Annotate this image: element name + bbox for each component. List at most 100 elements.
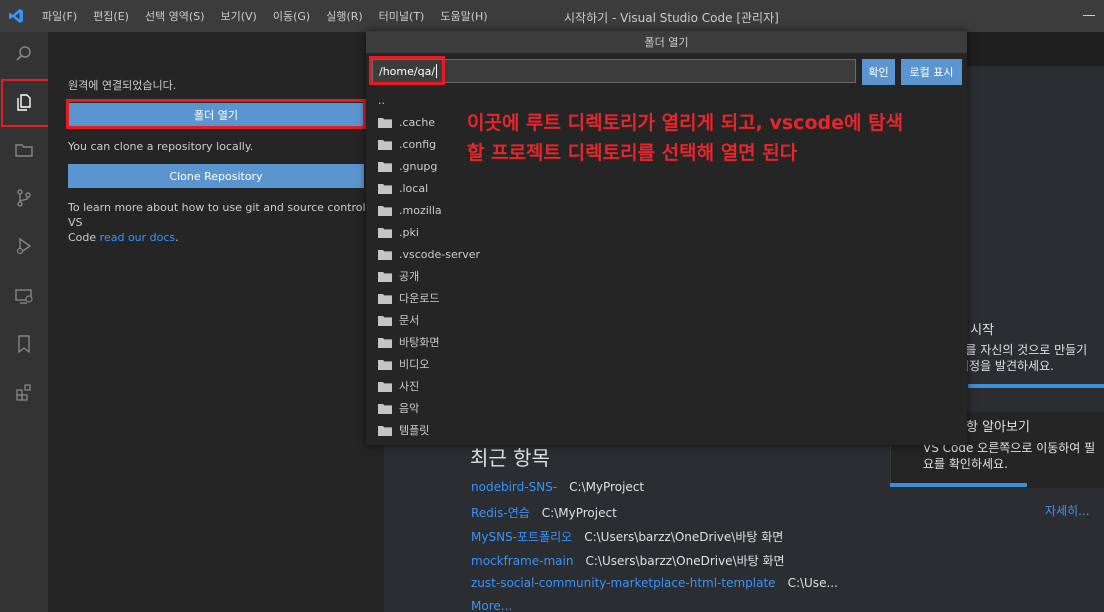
folder-icon[interactable] bbox=[12, 138, 36, 162]
list-item[interactable]: .pki bbox=[378, 221, 419, 243]
menu-bar: 파일(F) 편집(E) 선택 영역(S) 보기(V) 이동(G) 실행(R) 터… bbox=[34, 0, 496, 32]
list-item-label: .local bbox=[399, 181, 429, 195]
list-item-label: 다운로드 bbox=[399, 292, 440, 305]
menu-view[interactable]: 보기(V) bbox=[212, 8, 264, 24]
recent-item-path: C:\MyProject bbox=[569, 480, 645, 494]
remote-connected-text: 원격에 연결되었습니다. bbox=[68, 79, 177, 92]
recent-more-link[interactable]: More... bbox=[471, 599, 512, 612]
learn-more-end: . bbox=[175, 231, 179, 244]
folder-icon bbox=[378, 337, 392, 348]
search-icon[interactable] bbox=[12, 42, 36, 66]
run-debug-icon[interactable] bbox=[12, 234, 36, 258]
walkthrough-start-progress bbox=[968, 384, 1104, 388]
list-item-label: 사진 bbox=[399, 380, 420, 393]
list-item-label: .cache bbox=[399, 115, 436, 129]
list-item-label: 문서 bbox=[399, 314, 420, 327]
open-folder-dialog: 폴더 열기 /home/qa/ 확인 로컬 표시 .. .cache .conf… bbox=[366, 31, 967, 445]
list-item[interactable]: .gnupg bbox=[378, 155, 437, 177]
list-item-label: .mozilla bbox=[399, 203, 442, 217]
recent-item-name[interactable]: mockframe-main bbox=[471, 554, 573, 568]
list-item-label: .config bbox=[399, 137, 437, 151]
recent-item-path: C:\Use... bbox=[787, 576, 838, 590]
bookmark-icon[interactable] bbox=[12, 332, 36, 356]
recent-item-path: C:\Users\barzz\OneDrive\바탕 화면 bbox=[585, 554, 785, 568]
list-item[interactable]: 템플릿 bbox=[378, 419, 429, 441]
minimize-icon[interactable] bbox=[1083, 15, 1095, 16]
list-item[interactable]: 공개 bbox=[378, 265, 419, 287]
menu-help[interactable]: 도움말(H) bbox=[432, 8, 495, 24]
dialog-title: 폴더 열기 bbox=[366, 31, 967, 53]
recent-item-path: C:\MyProject bbox=[541, 506, 617, 520]
recent-item[interactable]: mockframe-main C:\Users\barzz\OneDrive\바탕… bbox=[471, 552, 785, 569]
recent-item-name[interactable]: Redis-연습 bbox=[471, 506, 530, 520]
list-item[interactable]: 다운로드 bbox=[378, 287, 439, 309]
list-item[interactable]: 바탕화면 bbox=[378, 331, 439, 353]
menu-edit[interactable]: 편집(E) bbox=[85, 8, 137, 24]
walkthrough-learn-progress bbox=[890, 483, 1027, 487]
learn-more-text: To learn more about how to use git and s… bbox=[68, 200, 384, 245]
list-item[interactable]: 사진 bbox=[378, 375, 419, 397]
learn-more-line2: Code bbox=[68, 231, 97, 244]
walkthrough-start-line2: 지정을 발견하세요. bbox=[958, 359, 1054, 373]
show-local-button[interactable]: 로컬 표시 bbox=[901, 59, 962, 85]
vscode-logo-icon bbox=[9, 9, 23, 23]
recent-item-name[interactable]: nodebird-SNS- bbox=[471, 480, 557, 494]
list-item-label: .pki bbox=[399, 225, 419, 239]
explorer-highlight-box bbox=[1, 79, 52, 127]
list-item-parent[interactable]: .. bbox=[378, 89, 385, 111]
annotation-line2: 할 프로젝트 디렉토리를 선택해 열면 된다 bbox=[467, 142, 798, 164]
list-item[interactable]: 음악 bbox=[378, 397, 419, 419]
menu-go[interactable]: 이동(G) bbox=[265, 8, 318, 24]
extensions-icon[interactable] bbox=[12, 380, 36, 404]
folder-icon bbox=[378, 139, 392, 150]
list-item[interactable]: .vscode-server bbox=[378, 243, 480, 265]
folder-icon bbox=[378, 249, 392, 260]
folder-icon bbox=[378, 205, 392, 216]
recent-item[interactable]: Redis-연습 C:\MyProject bbox=[471, 504, 617, 521]
recent-item[interactable]: MySNS-포트폴리오 C:\Users\barzz\OneDrive\바탕 화면 bbox=[471, 528, 783, 545]
recent-item[interactable]: zust-social-community-marketplace-html-t… bbox=[471, 576, 838, 590]
learn-more-line1: To learn more about how to use git and s… bbox=[68, 201, 380, 229]
list-item-label: 공개 bbox=[399, 270, 420, 283]
clone-hint-text: You can clone a repository locally. bbox=[68, 140, 254, 153]
list-item-label: 바탕화면 bbox=[399, 336, 440, 349]
list-item[interactable]: .config bbox=[378, 133, 436, 155]
folder-icon bbox=[378, 293, 392, 304]
folder-icon bbox=[378, 183, 392, 194]
confirm-button[interactable]: 확인 bbox=[862, 59, 895, 85]
folder-icon bbox=[378, 161, 392, 172]
recent-item-path: C:\Users\barzz\OneDrive\바탕 화면 bbox=[584, 530, 784, 544]
vscode-window: 파일(F) 편집(E) 선택 영역(S) 보기(V) 이동(G) 실행(R) 터… bbox=[0, 0, 1104, 612]
list-item-label: 비디오 bbox=[399, 358, 430, 371]
list-item[interactable]: .cache bbox=[378, 111, 435, 133]
path-input-highlight-box bbox=[369, 56, 445, 85]
list-item[interactable]: .local bbox=[378, 177, 428, 199]
menu-run[interactable]: 실행(R) bbox=[318, 8, 370, 24]
recent-item[interactable]: nodebird-SNS- C:\MyProject bbox=[471, 480, 644, 494]
folder-icon bbox=[378, 315, 392, 326]
list-item-label: 음악 bbox=[399, 402, 420, 415]
list-item[interactable]: .mozilla bbox=[378, 199, 442, 221]
list-item-label: .gnupg bbox=[399, 159, 438, 173]
walkthrough-more-link[interactable]: 자세히... bbox=[1045, 502, 1090, 519]
folder-icon bbox=[378, 403, 392, 414]
list-item[interactable]: 비디오 bbox=[378, 353, 429, 375]
menu-file[interactable]: 파일(F) bbox=[34, 8, 85, 24]
open-folder-highlight-box bbox=[66, 99, 366, 129]
clone-repository-button[interactable]: Clone Repository bbox=[68, 164, 364, 188]
walkthrough-learn-title[interactable]: 항 알아보기 bbox=[966, 416, 1030, 435]
menu-terminal[interactable]: 터미널(T) bbox=[371, 8, 433, 24]
recent-item-name[interactable]: zust-social-community-marketplace-html-t… bbox=[471, 576, 776, 590]
list-item[interactable]: 문서 bbox=[378, 309, 419, 331]
recent-item-name[interactable]: MySNS-포트폴리오 bbox=[471, 530, 572, 544]
source-control-icon[interactable] bbox=[12, 186, 36, 210]
menu-selection[interactable]: 선택 영역(S) bbox=[137, 8, 213, 24]
folder-icon bbox=[378, 381, 392, 392]
walkthrough-learn-line2: 요를 확인하세요. bbox=[923, 457, 1008, 471]
title-bar: 파일(F) 편집(E) 선택 영역(S) 보기(V) 이동(G) 실행(R) 터… bbox=[0, 0, 1104, 32]
remote-explorer-icon[interactable] bbox=[12, 284, 36, 308]
read-docs-link[interactable]: read our docs bbox=[100, 231, 175, 244]
folder-icon bbox=[378, 227, 392, 238]
walkthrough-start-line1: e를 자신의 것으로 만들기 bbox=[958, 343, 1088, 357]
annotation-text: 이곳에 루트 디렉토리가 열리게 되고, vscode에 탐색 할 프로젝트 디… bbox=[467, 108, 903, 168]
